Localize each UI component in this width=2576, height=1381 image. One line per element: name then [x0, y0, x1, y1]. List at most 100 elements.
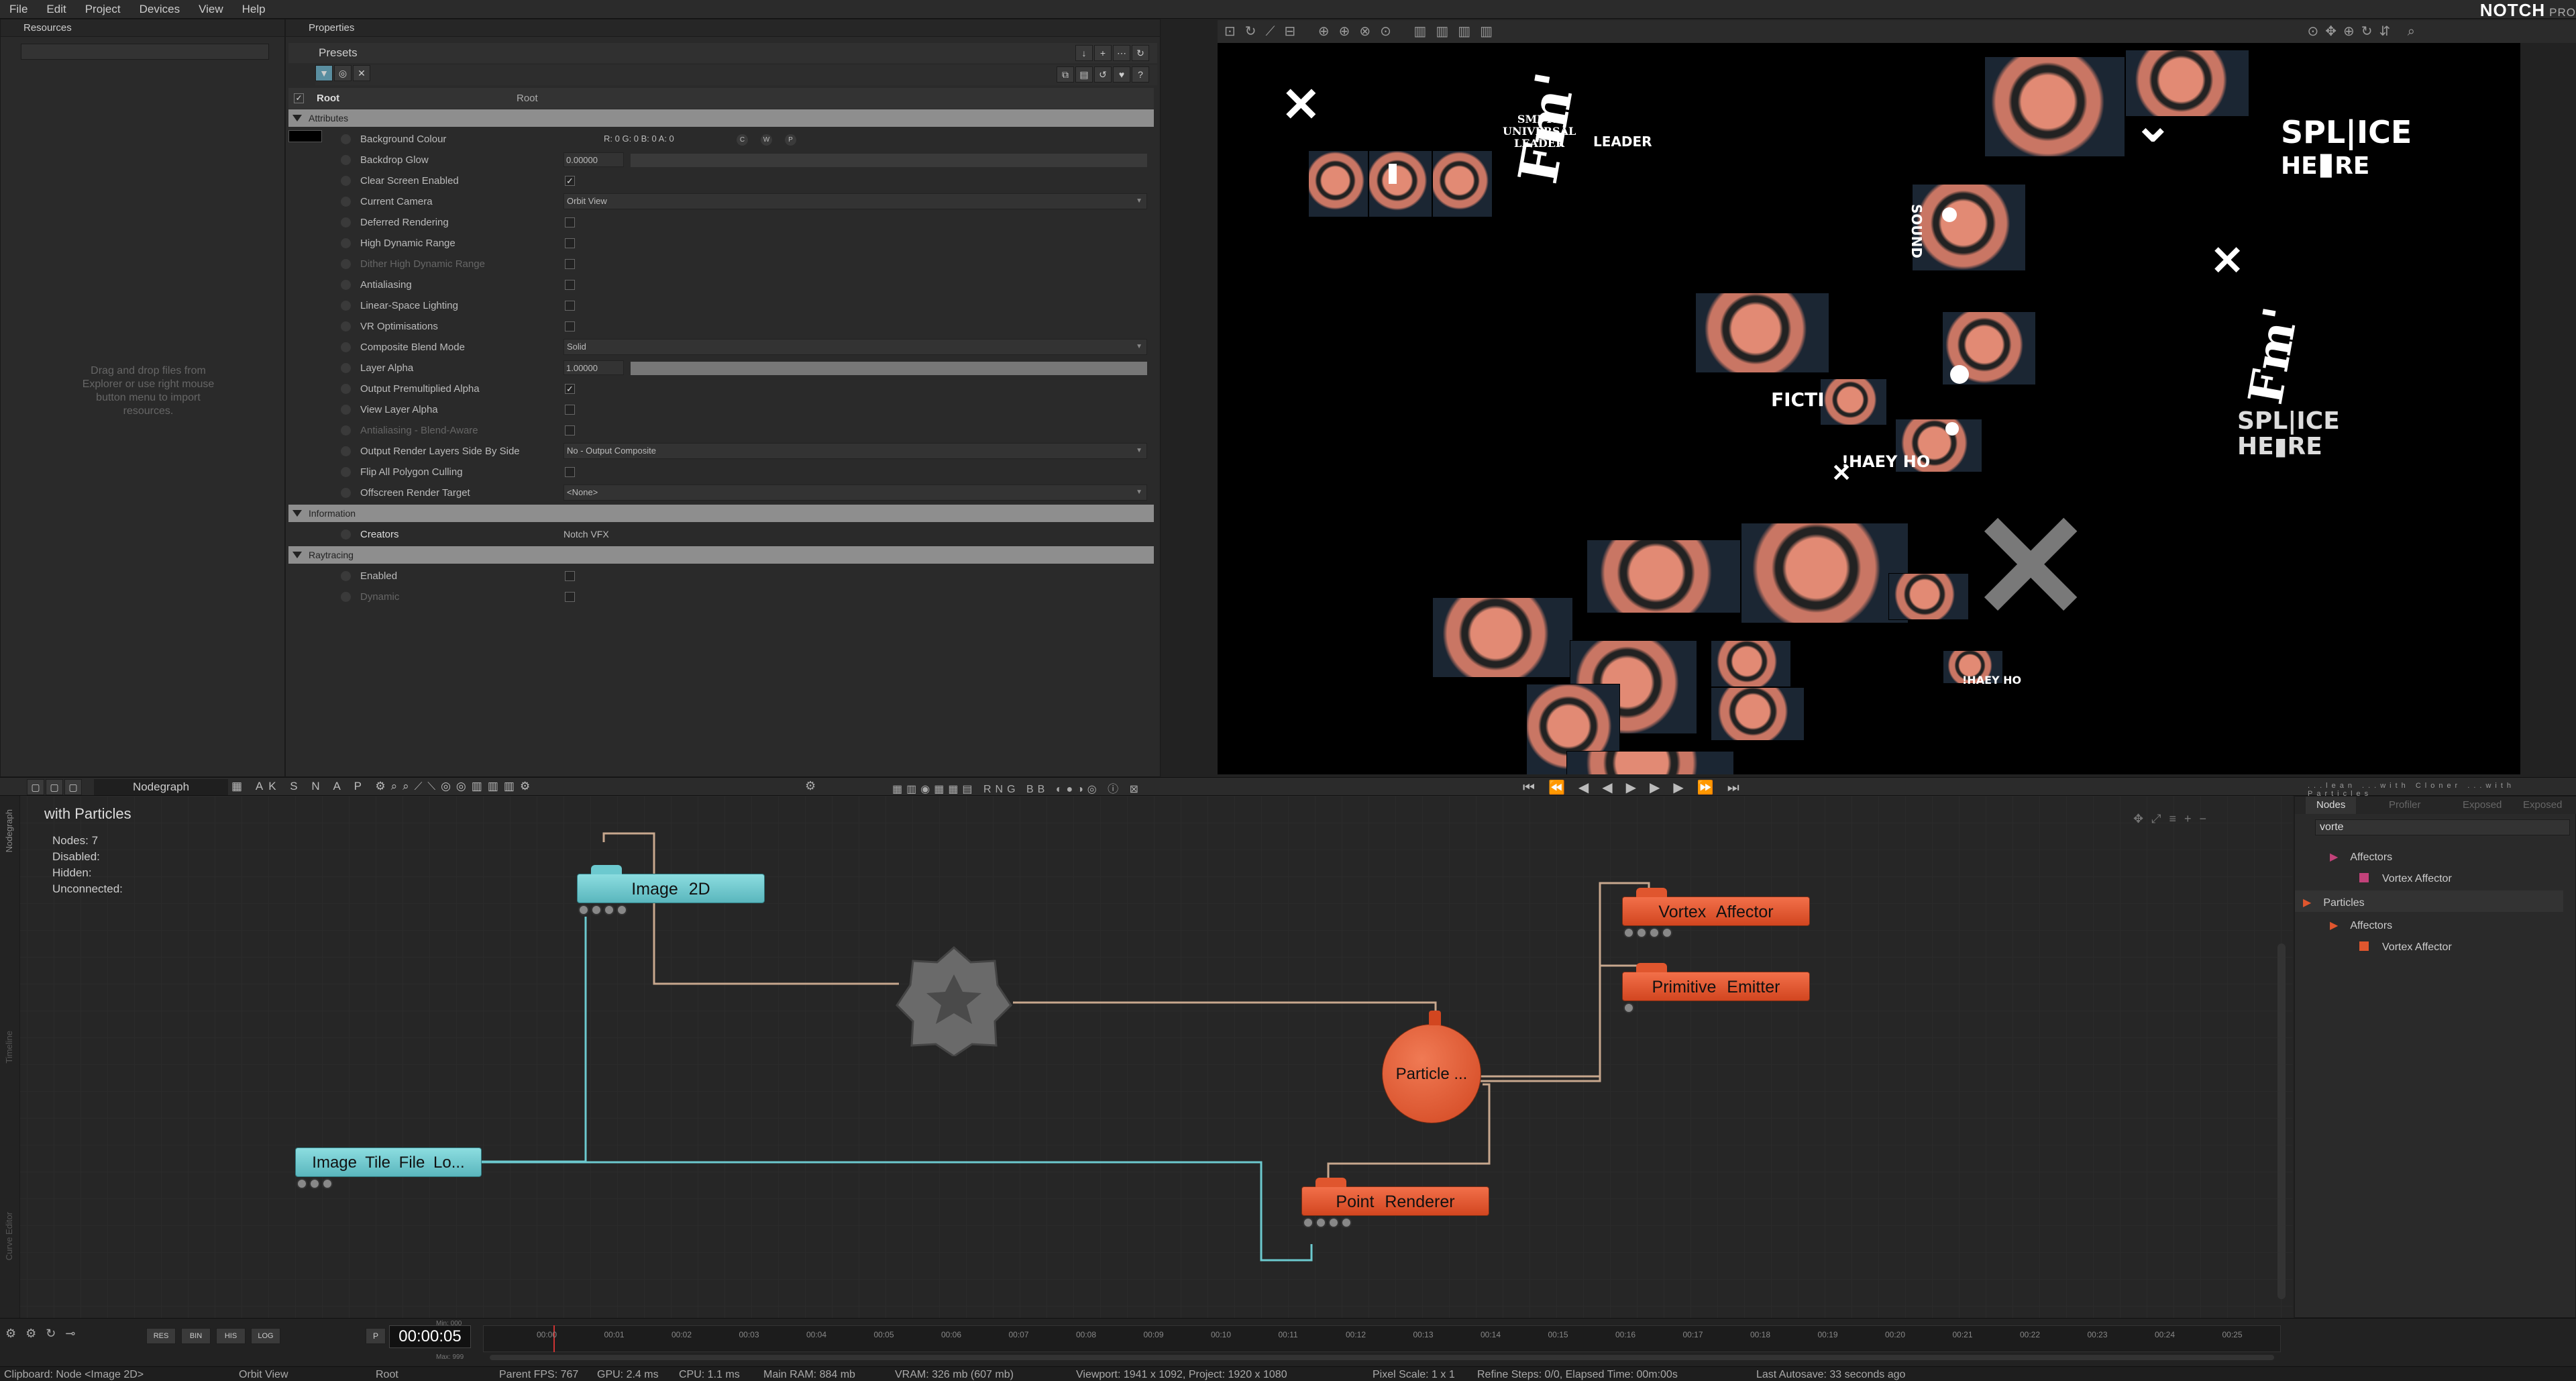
prop-row[interactable]: Output Premultiplied Alpha ✓ — [288, 378, 1154, 399]
prop-row[interactable]: Composite Blend Mode ▼ Solid — [288, 337, 1154, 358]
prop-checkbox[interactable] — [565, 301, 575, 311]
layer-tab-cloner[interactable]: ...with Cloner — [2362, 782, 2461, 790]
download-icon[interactable]: ↓ — [1075, 45, 1093, 61]
tree-item-affectors-2[interactable]: ▶ Affectors — [2330, 919, 2392, 932]
prop-checkbox[interactable]: ✓ — [565, 176, 575, 186]
prop-row[interactable]: Background Colour C W P R: 0 G: 0 B: 0 A: 0 — [288, 129, 1154, 150]
view-toggle-icon[interactable]: ▢ — [27, 779, 44, 795]
tab-nodes[interactable]: Nodes — [2306, 797, 2357, 814]
tab-profiler[interactable]: Profiler — [2389, 797, 2421, 814]
node-renderer-pins[interactable] — [1303, 1217, 1354, 1228]
prop-row[interactable]: View Layer Alpha — [288, 399, 1154, 420]
node-image-2d-pins[interactable] — [578, 905, 629, 915]
reset-icon[interactable]: ↺ — [1094, 66, 1112, 83]
transport-controls[interactable]: ⏮⏪◀◀▶▶▶⏩⏭ — [1523, 779, 1753, 796]
prop-row[interactable]: Linear-Space Lighting — [288, 295, 1154, 316]
prop-row[interactable]: High Dynamic Range — [288, 233, 1154, 254]
menu-edit[interactable]: Edit — [37, 0, 75, 19]
tool-ak[interactable]: AK — [256, 780, 282, 792]
prop-dropdown[interactable]: ▼ Orbit View — [564, 193, 1147, 209]
prop-row[interactable]: Deferred Rendering — [288, 212, 1154, 233]
prop-slider[interactable] — [631, 154, 1147, 167]
resources-search[interactable] — [21, 44, 269, 60]
raytracing-enabled-checkbox[interactable] — [565, 571, 575, 581]
group-star-node-icon[interactable] — [896, 942, 1013, 1056]
target-icon[interactable]: ◎ — [334, 65, 352, 81]
prop-row[interactable]: Output Render Layers Side By Side ▼ No - O… — [288, 441, 1154, 462]
node-emitter-pins[interactable] — [1623, 1003, 1636, 1013]
node-image-2d[interactable]: Image 2D — [577, 865, 765, 903]
prop-row[interactable]: Antialiasing — [288, 274, 1154, 295]
node-tile-pins[interactable] — [297, 1178, 335, 1189]
section-attributes[interactable]: Attributes — [288, 109, 1154, 127]
prop-row[interactable]: Current Camera ▼ Orbit View — [288, 191, 1154, 212]
prop-dropdown[interactable]: ▼ No - Output Composite — [564, 443, 1147, 459]
play-mode-button[interactable]: P — [366, 1328, 386, 1344]
section-raytracing[interactable]: Raytracing — [288, 546, 1154, 564]
nodegraph-tools[interactable]: ▦ AK S N A P ⚙⌕⌕⟋⟍◎◎▥▥▥⚙ — [231, 780, 535, 793]
tree-item-vortex[interactable]: Vortex Affector — [2359, 873, 2452, 885]
color-mode-button[interactable]: P — [785, 134, 796, 146]
copy-icon[interactable]: ⧉ — [1057, 66, 1074, 83]
tool-a[interactable]: A — [333, 780, 345, 792]
prop-row[interactable]: Offscreen Render Target ▼ <None> — [288, 482, 1154, 503]
color-swatch[interactable] — [288, 130, 322, 142]
refresh-icon[interactable]: ↻ — [1132, 45, 1149, 61]
menu-help[interactable]: Help — [233, 0, 275, 19]
raytracing-dynamic-checkbox[interactable] — [565, 592, 575, 602]
tool-n[interactable]: N — [311, 780, 325, 792]
section-information[interactable]: Information — [288, 505, 1154, 522]
prop-checkbox[interactable] — [565, 280, 575, 290]
view-toggle-icon[interactable]: ▢ — [64, 779, 82, 795]
root-enabled-checkbox[interactable]: ✓ — [294, 93, 304, 103]
viewport-canvas[interactable]: ✕ ✕ ✕ ✕ ⌄ SPL|ICE HE▮RE SPL|ICE HE▮RE LEAD… — [1218, 43, 2520, 774]
tree-item-vortex-2[interactable]: Vortex Affector — [2359, 941, 2452, 954]
prop-row[interactable]: Backdrop Glow 0.00000 — [288, 150, 1154, 170]
more-icon[interactable]: ⋯ — [1113, 45, 1130, 61]
timecode-display[interactable]: 00:00:05 — [389, 1325, 471, 1348]
menu-devices[interactable]: Devices — [130, 0, 189, 19]
prop-row[interactable]: VR Optimisations — [288, 316, 1154, 337]
tool-p[interactable]: P — [354, 780, 367, 792]
view-toggle-icon[interactable]: ▢ — [46, 779, 63, 795]
node-point-renderer[interactable]: Point Renderer — [1301, 1178, 1489, 1216]
prop-checkbox[interactable] — [565, 321, 575, 331]
root-row[interactable]: ✓ Root Root — [288, 88, 1154, 109]
help-icon[interactable]: ? — [1132, 66, 1149, 83]
color-mode-button[interactable]: C — [737, 134, 748, 146]
prop-checkbox[interactable] — [565, 259, 575, 269]
layer-tab-clean[interactable]: ...lean — [2308, 782, 2356, 790]
prop-row[interactable]: Antialiasing - Blend-Aware — [288, 420, 1154, 441]
prop-row[interactable]: Clear Screen Enabled ✓ — [288, 170, 1154, 191]
prop-checkbox[interactable] — [565, 405, 575, 415]
tree-item-particles[interactable]: ▶ Particles — [2303, 896, 2365, 909]
tree-item-affectors[interactable]: ▶ Affectors — [2330, 850, 2392, 864]
add-icon[interactable]: + — [1094, 45, 1112, 61]
prop-row[interactable]: Flip All Polygon Culling — [288, 462, 1154, 482]
node-image-tile-file-loader[interactable]: Image Tile File Lo... — [295, 1147, 482, 1177]
tab-exposed-2[interactable]: Exposed — [2523, 797, 2562, 814]
nodegraph-canvas[interactable]: Nodegraph Timeline Curve Editor with Par… — [0, 796, 2293, 1318]
favourite-icon[interactable]: ♥ — [1113, 66, 1130, 83]
timeline-scrollbar[interactable] — [490, 1355, 2274, 1360]
settings-gear-icon[interactable]: ⚙ — [805, 779, 816, 793]
prop-color[interactable]: R: 0 G: 0 B: 0 A: 0 — [604, 132, 674, 146]
color-mode-button[interactable]: W — [761, 134, 772, 146]
prop-slider[interactable] — [631, 362, 1147, 375]
menu-view[interactable]: View — [189, 0, 233, 19]
bin-button[interactable]: BIN — [181, 1328, 211, 1344]
prop-checkbox[interactable] — [565, 217, 575, 227]
filter-icon[interactable]: ▼ — [315, 65, 333, 81]
res-button[interactable]: RES — [146, 1328, 176, 1344]
viewport-nav-icons[interactable]: ⊙✥⊕↻⇵ ⌕ — [2307, 23, 2422, 40]
menu-project[interactable]: Project — [76, 0, 130, 19]
prop-number[interactable]: 1.00000 — [564, 360, 624, 375]
menu-file[interactable]: File — [0, 0, 37, 19]
prop-row[interactable]: Dither High Dynamic Range — [288, 254, 1154, 274]
node-vortex-pins[interactable] — [1623, 927, 1674, 938]
node-particle-root[interactable]: Particle ... — [1382, 1024, 1481, 1123]
paste-icon[interactable]: ▤ — [1075, 66, 1093, 83]
timeline-tool-icons[interactable]: ⚙⚙↻⊸ — [5, 1327, 85, 1341]
log-button[interactable]: LOG — [251, 1328, 280, 1344]
tool-s[interactable]: S — [290, 780, 303, 792]
